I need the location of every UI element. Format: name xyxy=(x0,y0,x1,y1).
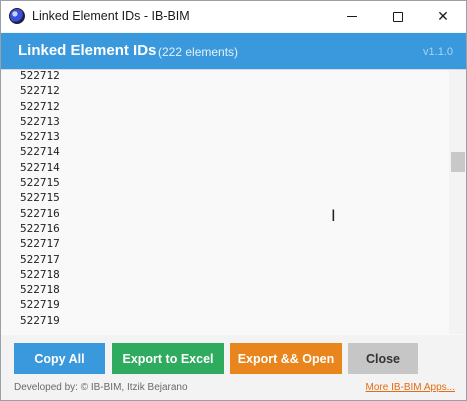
copy-all-button[interactable]: Copy All xyxy=(14,343,105,374)
export-excel-button[interactable]: Export to Excel xyxy=(112,343,224,374)
id-list[interactable]: 522712 522712 522712 522713 522713 522714 5227… xyxy=(1,70,449,334)
list-item[interactable]: 522717 xyxy=(20,236,60,251)
app-window: Linked Element IDs - IB-BIM ✕ Linked Ele… xyxy=(0,0,467,401)
header-banner: Linked Element IDs (222 elements) v1.1.0 xyxy=(1,33,466,69)
more-apps-link[interactable]: More IB-BIM Apps... xyxy=(366,382,455,393)
vertical-scrollbar[interactable] xyxy=(449,70,466,334)
list-item[interactable]: 522713 xyxy=(20,129,60,144)
developer-credit: Developed by: © IB-BIM, Itzik Bejarano xyxy=(14,382,188,393)
list-item[interactable]: 522716 xyxy=(20,221,60,236)
app-logo-icon xyxy=(9,8,25,24)
list-item[interactable]: 522716 xyxy=(20,206,60,221)
export-and-open-button[interactable]: Export && Open xyxy=(230,343,342,374)
list-item[interactable]: 522715 xyxy=(20,175,60,190)
list-item[interactable]: 522714 xyxy=(20,160,60,175)
window-title: Linked Element IDs - IB-BIM xyxy=(32,9,190,23)
close-window-button[interactable]: ✕ xyxy=(420,1,466,32)
title-bar[interactable]: Linked Element IDs - IB-BIM ✕ xyxy=(1,1,466,32)
maximize-button[interactable] xyxy=(375,1,421,32)
close-button[interactable]: Close xyxy=(348,343,418,374)
minimize-button[interactable] xyxy=(329,1,375,32)
maximize-icon xyxy=(393,11,403,22)
list-item[interactable]: 522719 xyxy=(20,297,60,312)
list-item[interactable]: 522713 xyxy=(20,114,60,129)
list-item[interactable]: 522719 xyxy=(20,313,60,328)
id-list-items: 522712 522712 522712 522713 522713 522714 5227… xyxy=(20,70,60,328)
list-item[interactable]: 522718 xyxy=(20,267,60,282)
list-item[interactable]: 522714 xyxy=(20,144,60,159)
list-item[interactable]: 522715 xyxy=(20,190,60,205)
scroll-thumb[interactable] xyxy=(451,152,465,172)
id-list-panel[interactable]: 522712 522712 522712 522713 522713 522714 5227… xyxy=(1,69,466,335)
element-count: (222 elements) xyxy=(158,45,239,59)
page-title: Linked Element IDs xyxy=(18,42,157,59)
text-cursor-icon: I xyxy=(331,206,336,225)
list-item[interactable]: 522712 xyxy=(20,99,60,114)
list-item[interactable]: 522712 xyxy=(20,83,60,98)
list-item[interactable]: 522712 xyxy=(20,70,60,83)
list-item[interactable]: 522718 xyxy=(20,282,60,297)
version-label: v1.1.0 xyxy=(423,46,453,58)
minimize-icon xyxy=(347,16,357,17)
list-item[interactable]: 522717 xyxy=(20,252,60,267)
close-icon: ✕ xyxy=(437,8,449,24)
